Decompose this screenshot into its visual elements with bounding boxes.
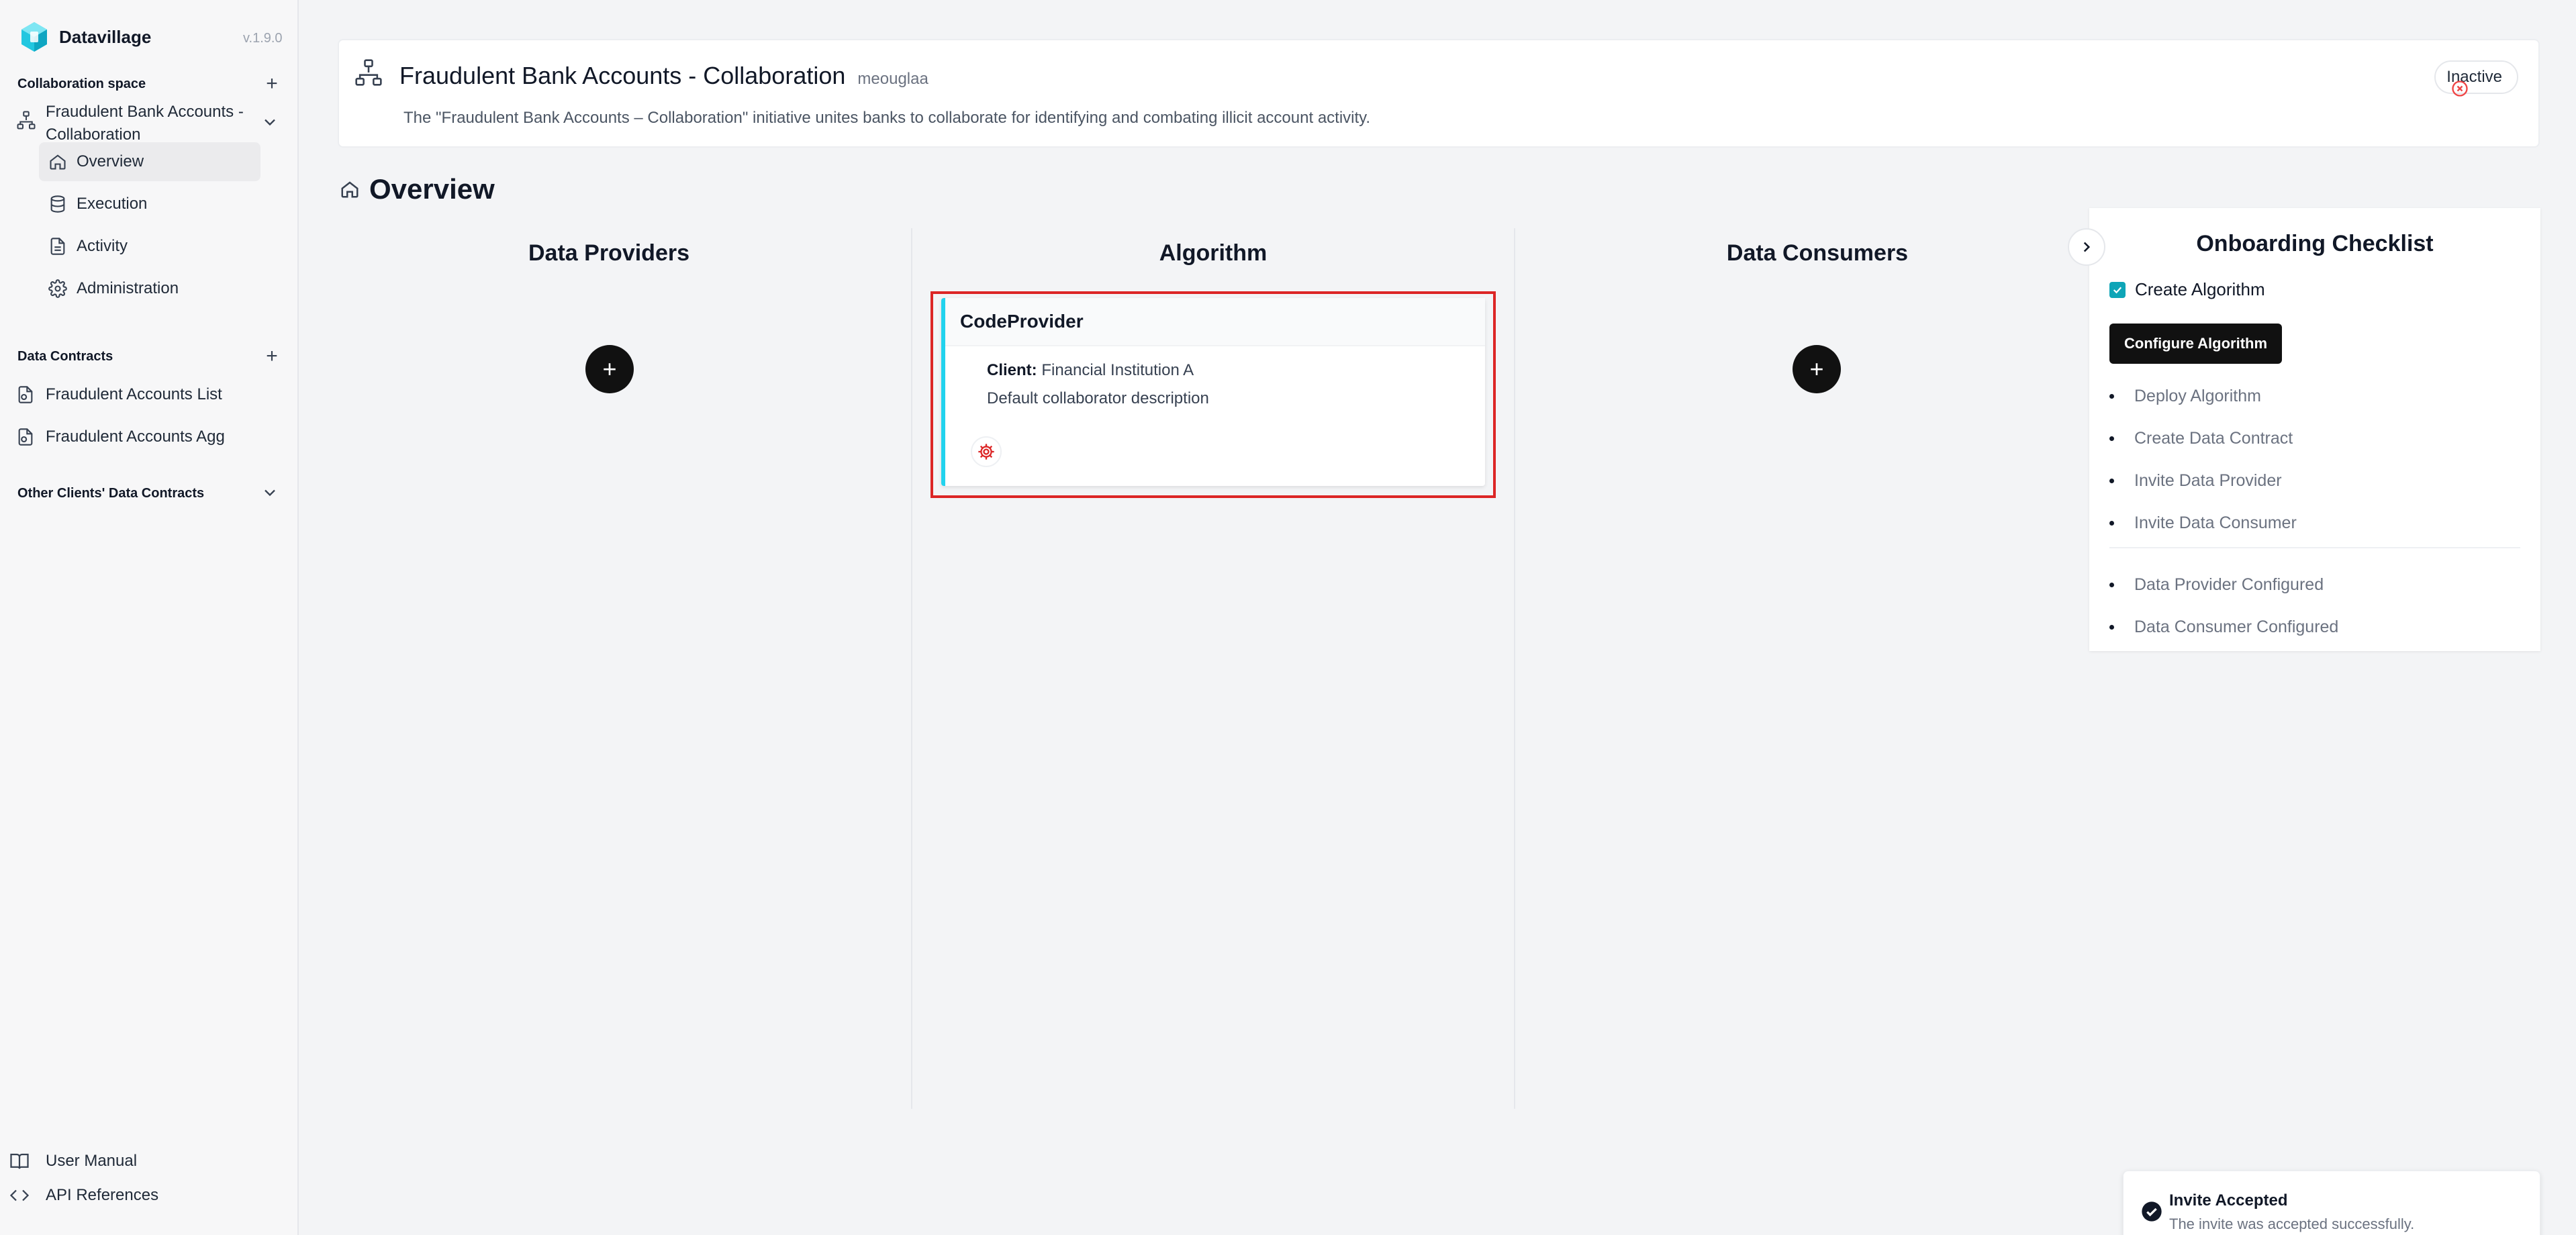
api-references-label: API References (46, 1186, 159, 1204)
gear-icon (48, 279, 67, 298)
checklist-item-label: Create Algorithm (2135, 279, 2265, 299)
sidebar-item-label: Fraudulent Accounts List (46, 385, 222, 403)
algorithm-description: Default collaborator description (987, 389, 1209, 407)
toast-message: The invite was accepted successfully. (2169, 1216, 2415, 1232)
collaboration-description: The "Fraudulent Bank Accounts – Collabor… (403, 109, 1371, 127)
sidebar-item-label: Execution (77, 195, 148, 213)
algorithm-column-title: Algorithm (1159, 240, 1268, 266)
database-icon (50, 195, 65, 213)
bullet (2109, 394, 2114, 399)
network-icon (355, 59, 382, 86)
consumers-column-title: Data Consumers (1726, 240, 1909, 266)
sidebar-item-overview[interactable]: Overview (39, 142, 260, 181)
checklist-item: Data Provider Configured (2109, 575, 2324, 595)
file-icon (50, 238, 65, 255)
checklist-item: Data Consumer Configured (2109, 618, 2338, 637)
user-manual-link[interactable]: User Manual (9, 1151, 137, 1171)
client-value: Financial Institution A (1041, 361, 1194, 379)
sidebar-item-contract-agg[interactable]: Fraudulent Accounts Agg (16, 428, 225, 446)
page-title-text: Overview (369, 173, 495, 205)
sidebar-item-administration[interactable]: Administration (39, 269, 260, 308)
contracts-section-heading: Data Contracts (17, 349, 113, 364)
checklist-item: Deploy Algorithm (2109, 387, 2261, 406)
chevron-down-icon[interactable] (260, 483, 279, 502)
providers-column-title: Data Providers (528, 240, 689, 266)
other-contracts-heading[interactable]: Other Clients' Data Contracts (17, 486, 204, 501)
checklist-item-label: Invite Data Consumer (2134, 513, 2297, 532)
add-contract-button[interactable]: + (260, 345, 283, 368)
datavillage-logo-icon (21, 22, 47, 52)
checklist-item: Create Data Contract (2109, 429, 2293, 448)
collab-item[interactable]: Fraudulent Bank Accounts - Collaboration (16, 101, 285, 146)
checklist-item: Invite Data Provider (2109, 471, 2282, 491)
checkbox-checked[interactable] (2109, 281, 2126, 298)
column-divider (1514, 228, 1515, 1109)
x-circle-icon (2452, 81, 2468, 97)
brand-name: Datavillage (59, 26, 152, 47)
collaboration-slug: meouglaa (857, 70, 928, 88)
checklist-item-label: Data Consumer Configured (2134, 618, 2339, 636)
toast-notification[interactable]: Invite Accepted The invite was accepted … (2123, 1171, 2540, 1235)
add-consumer-button[interactable]: + (1793, 345, 1841, 393)
app-version: v.1.9.0 (243, 31, 283, 46)
onboarding-title: Onboarding Checklist (2196, 231, 2434, 256)
checklist-item-label: Deploy Algorithm (2134, 387, 2261, 405)
configure-algorithm-button[interactable]: Configure Algorithm (2109, 324, 2283, 364)
add-collaboration-button[interactable]: + (260, 72, 283, 95)
sidebar-item-label: Overview (77, 152, 144, 170)
bullet (2109, 521, 2114, 526)
algorithm-card[interactable]: CodeProvider Client: Financial Instituti… (941, 298, 1485, 486)
toast-title: Invite Accepted (2169, 1191, 2288, 1209)
collab-section-heading: Collaboration space (17, 77, 146, 91)
bullet (2109, 625, 2114, 630)
sidebar-item-label: Activity (77, 237, 128, 255)
client-label: Client: (987, 361, 1037, 379)
file-contract-icon (18, 428, 33, 446)
checklist-item-label: Invite Data Provider (2134, 471, 2282, 490)
checklist-item-label: Data Provider Configured (2134, 575, 2324, 594)
chevron-down-icon[interactable] (260, 113, 279, 132)
file-contract-icon (18, 386, 33, 403)
brand[interactable]: Datavillage (17, 20, 151, 54)
page-title: Overview (340, 173, 495, 205)
status-badge: Inactive (2434, 60, 2518, 97)
check-circle-icon (2142, 1201, 2162, 1222)
network-icon (17, 111, 36, 130)
algorithm-settings-button[interactable] (971, 436, 1002, 467)
checklist-item-done[interactable]: Create Algorithm (2109, 279, 2265, 300)
collaboration-name: Fraudulent Bank Accounts - Collaboration (399, 62, 846, 89)
algorithm-client: Client: Financial Institution A (987, 361, 1194, 380)
check-icon (2113, 286, 2122, 293)
user-manual-label: User Manual (46, 1152, 138, 1170)
bullet (2109, 479, 2114, 483)
collab-item-label: Fraudulent Bank Accounts - Collaboration (46, 103, 244, 144)
gear-icon (978, 444, 994, 460)
sidebar-item-contract-list[interactable]: Fraudulent Accounts List (16, 385, 222, 404)
column-divider (911, 228, 912, 1109)
api-references-link[interactable]: API References (9, 1185, 158, 1205)
checklist-item-label: Create Data Contract (2134, 429, 2293, 448)
bullet (2109, 436, 2114, 441)
sidebar-item-activity[interactable]: Activity (39, 227, 260, 266)
checklist-item: Invite Data Consumer (2109, 513, 2297, 533)
onboarding-checklist: Onboarding Checklist Create Algorithm Co… (2089, 208, 2540, 651)
checklist-divider (2109, 547, 2520, 548)
book-icon (10, 1153, 29, 1169)
collaboration-title: Fraudulent Bank Accounts - Collaboration… (399, 62, 928, 90)
sidebar: Datavillage v.1.9.0 Collaboration space … (0, 0, 299, 1235)
chevron-right-icon (2083, 242, 2091, 252)
algorithm-card-title: CodeProvider (945, 298, 1485, 346)
add-provider-button[interactable]: + (585, 345, 634, 393)
home-icon (50, 154, 66, 170)
code-icon (9, 1189, 30, 1201)
sidebar-item-label: Administration (77, 279, 179, 297)
collapse-checklist-button[interactable] (2068, 228, 2105, 266)
bullet (2109, 583, 2114, 587)
sidebar-item-execution[interactable]: Execution (39, 185, 260, 224)
home-icon (341, 181, 359, 198)
collaboration-header: Fraudulent Bank Accounts - Collaboration… (338, 39, 2540, 148)
sidebar-item-label: Fraudulent Accounts Agg (46, 428, 225, 446)
